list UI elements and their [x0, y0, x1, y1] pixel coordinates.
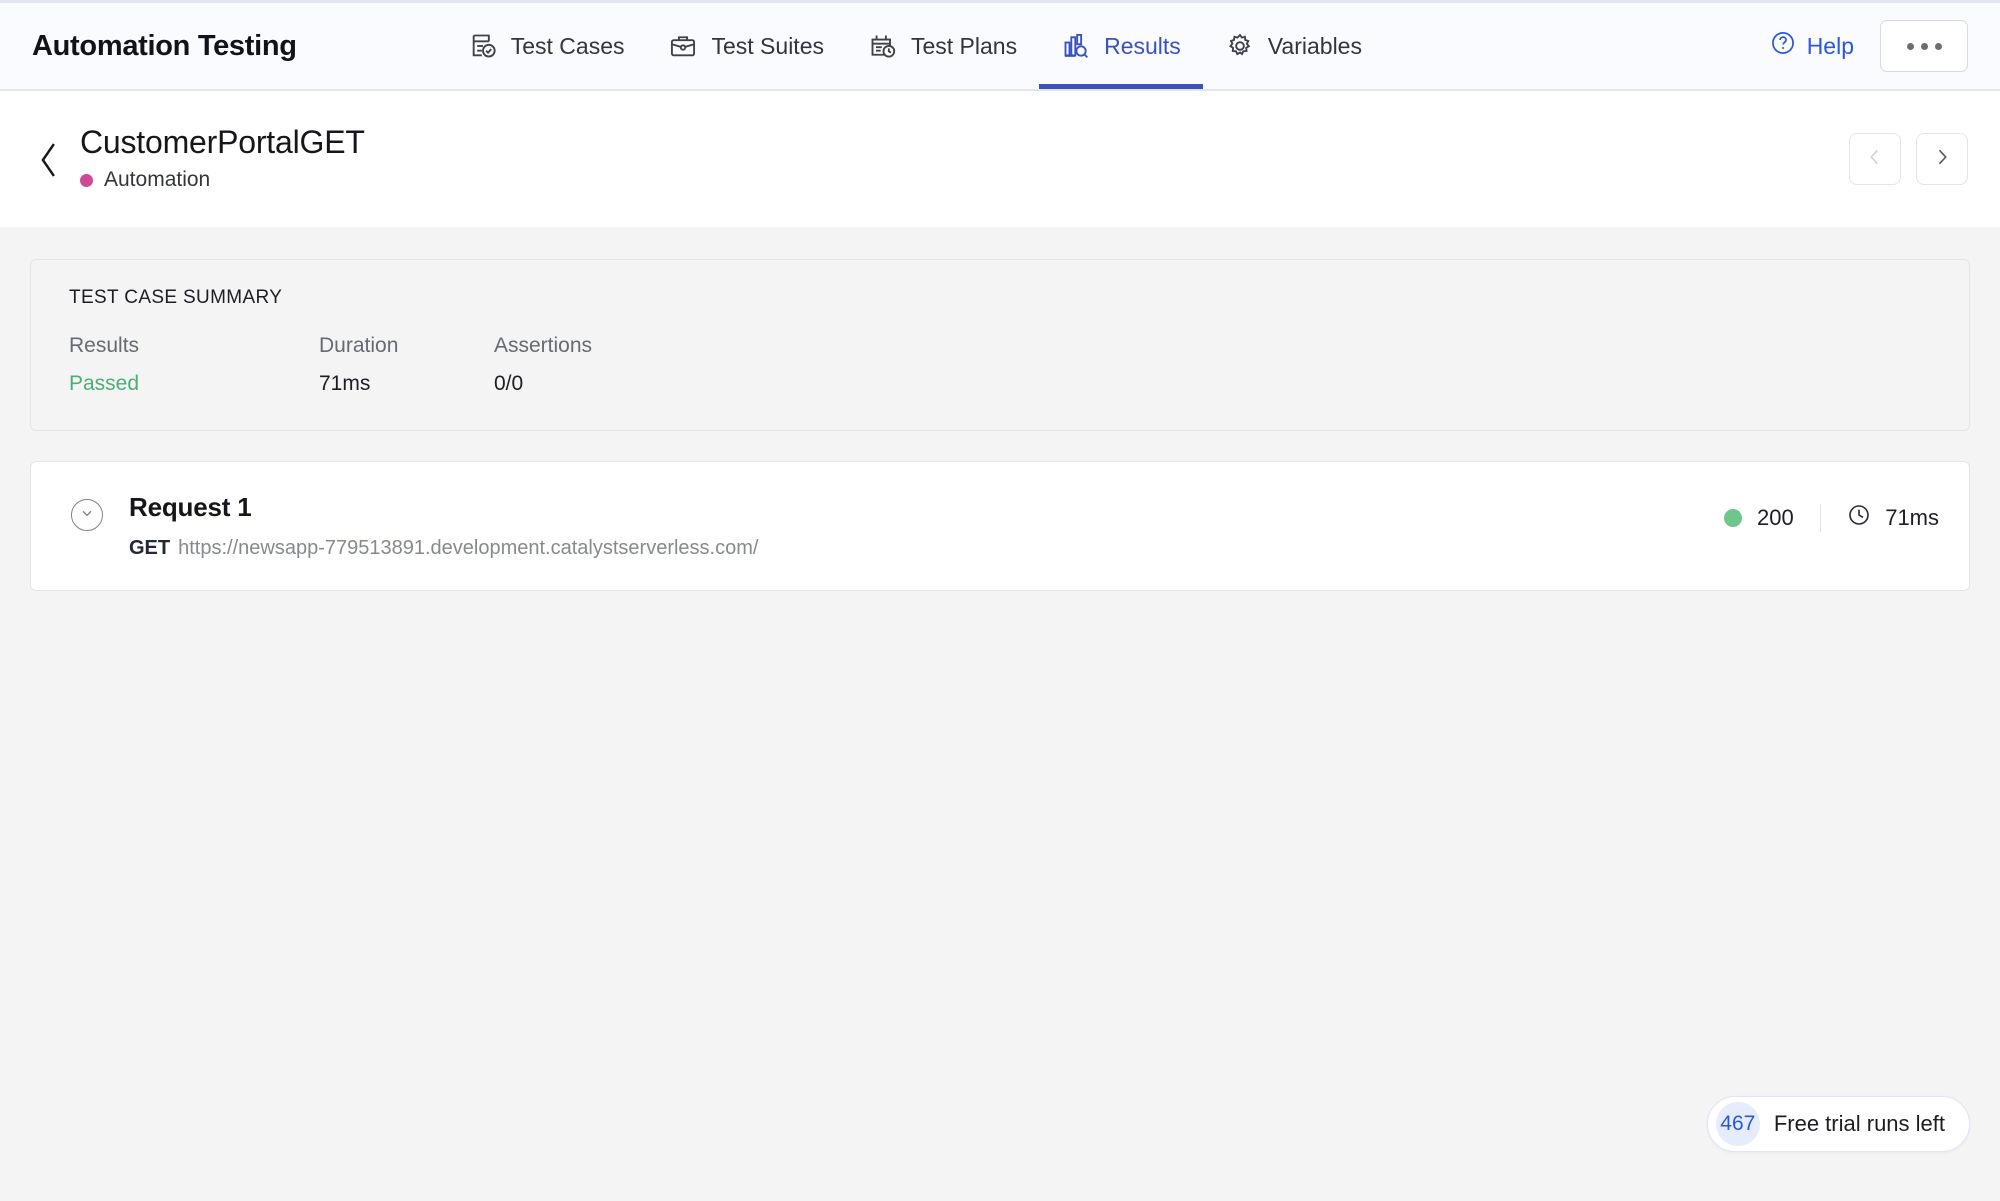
summary-label-duration: Duration [319, 334, 399, 357]
ellipsis-icon [1920, 42, 1928, 50]
status-code-label: 200 [1756, 505, 1794, 530]
tab-label: Test Plans [910, 32, 1018, 59]
summary-value-duration: 71ms [319, 372, 371, 395]
ellipsis-icon [1934, 42, 1942, 50]
nav-right-actions: Help [1770, 20, 1968, 72]
free-trial-badge[interactable]: 467 Free trial runs left [1706, 1096, 1970, 1152]
calendar-clock-icon [868, 31, 898, 61]
tab-test-suites[interactable]: Test Suites [646, 3, 846, 89]
status-dot-icon [80, 173, 93, 187]
main-tabs: Test Cases Test Suites Test Plans Result… [446, 3, 1384, 89]
trial-runs-count: 467 [1715, 1102, 1760, 1146]
previous-record-button[interactable] [1849, 133, 1901, 185]
tab-label: Test Cases [510, 32, 625, 59]
page-title: CustomerPortalGET [80, 124, 365, 160]
tab-label: Variables [1267, 32, 1362, 59]
tab-results[interactable]: Results [1039, 3, 1203, 89]
request-row[interactable]: Request 1 GET https://newsapp-779513891.d… [30, 461, 1970, 591]
record-pagination [1849, 133, 1968, 185]
request-title: Request 1 [129, 492, 252, 522]
summary-value-results: Passed [69, 372, 140, 395]
chevron-right-icon [1932, 147, 1952, 172]
tab-label: Test Suites [711, 32, 824, 59]
ellipsis-icon [1906, 42, 1914, 50]
summary-label-assertions: Assertions [494, 334, 593, 357]
top-navigation-bar: Automation Testing Test Cases Test Suite… [0, 0, 2000, 91]
chevron-left-icon [1865, 147, 1885, 172]
app-brand-title: Automation Testing [32, 29, 297, 62]
chevron-left-icon [34, 138, 64, 187]
page-subtitle-label: Automation [104, 168, 211, 191]
summary-grid: Results Duration Assertions Passed 71ms … [69, 334, 1931, 396]
next-record-button[interactable] [1916, 133, 1968, 185]
page-subtitle: Automation [80, 168, 365, 192]
help-button[interactable]: Help [1770, 30, 1854, 62]
question-circle-icon [1770, 30, 1796, 62]
clock-icon [1847, 503, 1871, 533]
summary-heading: TEST CASE SUMMARY [69, 287, 283, 308]
page-title-block: CustomerPortalGET Automation [80, 126, 365, 192]
meta-divider [1819, 504, 1822, 532]
status-dot-icon [1723, 509, 1742, 527]
tab-test-plans[interactable]: Test Plans [846, 3, 1039, 89]
test-case-summary-card: TEST CASE SUMMARY Results Duration Asser… [30, 259, 1970, 431]
gear-icon [1225, 31, 1255, 61]
briefcase-icon [668, 31, 698, 61]
request-meta: 200 71ms [1723, 503, 1939, 533]
active-tab-underline [1039, 84, 1203, 89]
trial-runs-label: Free trial runs left [1773, 1111, 1945, 1136]
more-options-button[interactable] [1880, 20, 1968, 72]
request-url-line: GET https://newsapp-779513891.development… [129, 537, 758, 560]
summary-label-results: Results [69, 334, 140, 357]
document-check-icon [468, 31, 498, 61]
request-details: Request 1 GET https://newsapp-779513891.d… [129, 492, 758, 560]
tab-label: Results [1104, 32, 1181, 59]
back-button[interactable] [32, 139, 66, 185]
response-status: 200 [1723, 505, 1794, 531]
duration-label: 71ms [1885, 505, 1939, 530]
results-content: TEST CASE SUMMARY Results Duration Asser… [0, 227, 2000, 1201]
chevron-down-circle-icon [79, 505, 95, 526]
expand-request-toggle[interactable] [71, 499, 103, 531]
page-header: CustomerPortalGET Automation [0, 91, 2000, 227]
bar-chart-search-icon [1061, 31, 1091, 61]
tab-test-cases[interactable]: Test Cases [446, 3, 647, 89]
request-url: https://newsapp-779513891.development.ca… [178, 537, 759, 559]
tab-variables[interactable]: Variables [1203, 3, 1384, 89]
request-method: GET [129, 537, 171, 559]
help-label: Help [1806, 32, 1854, 59]
response-time: 71ms [1847, 503, 1939, 533]
summary-value-assertions: 0/0 [494, 372, 524, 395]
